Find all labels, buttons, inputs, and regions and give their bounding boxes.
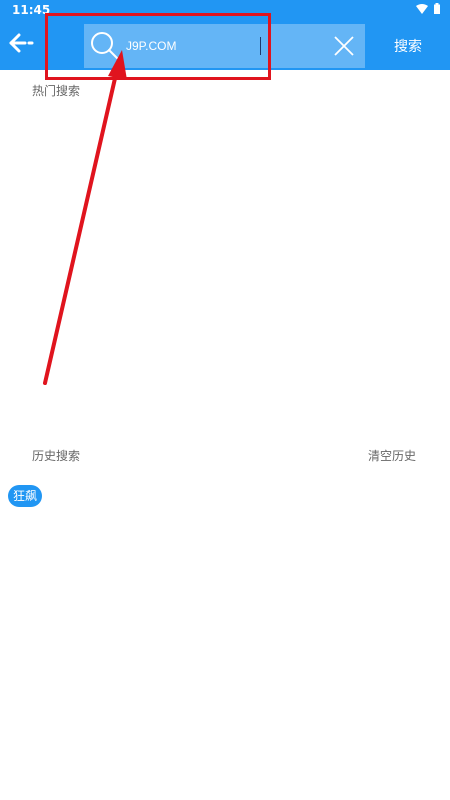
header-bar: 搜索 <box>0 20 450 70</box>
close-icon[interactable] <box>333 35 355 57</box>
clear-history-button[interactable]: 清空历史 <box>368 447 416 464</box>
search-box[interactable] <box>84 24 365 68</box>
status-bar: 11:45 <box>0 0 450 20</box>
search-input[interactable] <box>126 34 326 58</box>
battery-icon <box>434 3 440 17</box>
search-button[interactable]: 搜索 <box>394 36 422 56</box>
back-arrow-icon <box>7 33 37 57</box>
history-chip[interactable]: 狂飙 <box>8 485 43 507</box>
wifi-icon <box>416 3 428 17</box>
hot-search-label: 热门搜索 <box>32 84 81 98</box>
annotation-arrow <box>43 50 127 385</box>
search-page: 11:45 J9P.COM 搜索 热门搜索 历史搜索 清空历史 狂飙 <box>0 0 450 800</box>
back-button[interactable] <box>4 28 40 62</box>
history-search-label: 历史搜索 <box>32 449 81 463</box>
status-icons <box>416 3 440 17</box>
search-icon <box>88 30 120 62</box>
status-time: 11:45 <box>12 3 51 17</box>
text-cursor <box>260 37 261 55</box>
